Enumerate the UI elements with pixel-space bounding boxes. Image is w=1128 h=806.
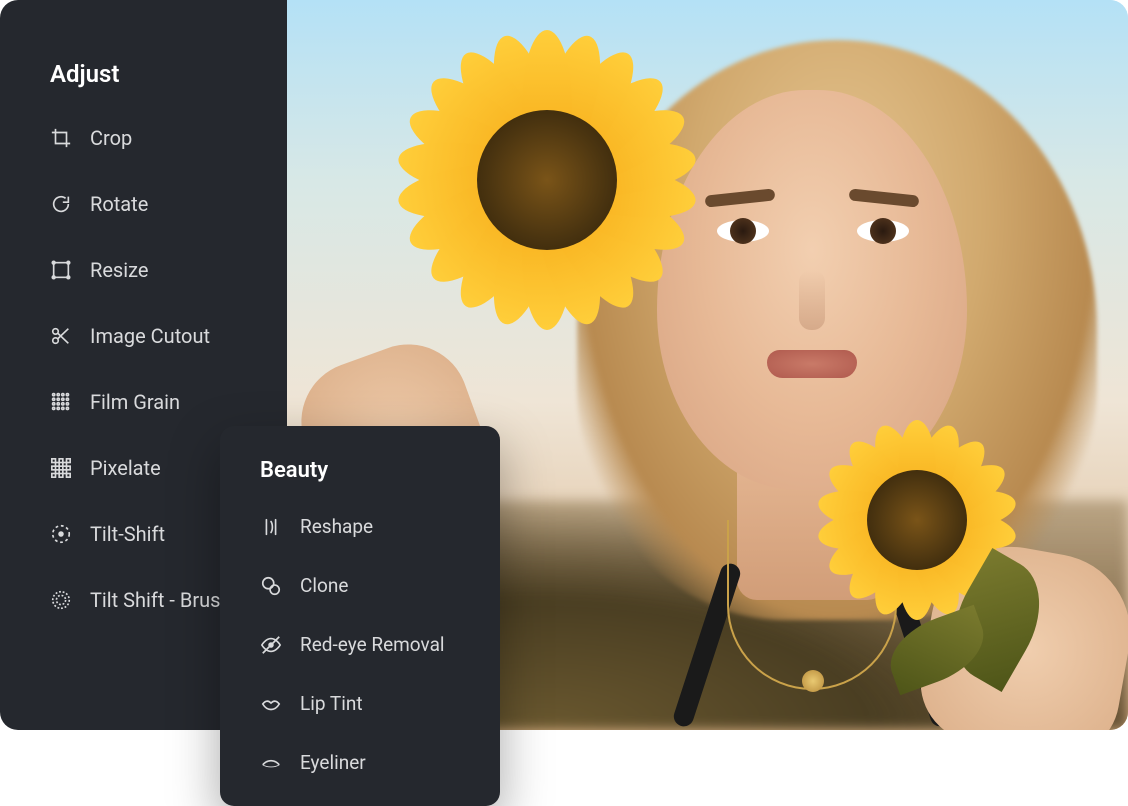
tool-label: Resize (90, 258, 149, 282)
tool-resize[interactable]: Resize (50, 258, 287, 282)
scissors-icon (50, 325, 72, 347)
tool-redeye[interactable]: Red-eye Removal (260, 633, 500, 656)
tool-label: Clone (300, 574, 348, 597)
reshape-icon (260, 516, 282, 538)
tool-clone[interactable]: Clone (260, 574, 500, 597)
rotate-icon (50, 193, 72, 215)
tool-eyeliner[interactable]: Eyeliner (260, 751, 500, 774)
eyeliner-icon (260, 752, 282, 774)
tool-image-cutout[interactable]: Image Cutout (50, 324, 287, 348)
tool-label: Tilt Shift - Brush (90, 588, 231, 612)
tool-label: Crop (90, 126, 132, 150)
tool-label: Pixelate (90, 456, 161, 480)
grain-icon (50, 391, 72, 413)
beauty-panel-title: Beauty (260, 458, 500, 483)
sunflower-small (757, 360, 1077, 680)
tool-label: Red-eye Removal (300, 633, 445, 656)
tool-label: Rotate (90, 192, 148, 216)
tool-reshape[interactable]: Reshape (260, 515, 500, 538)
tool-label: Eyeliner (300, 751, 366, 774)
tool-label: Reshape (300, 515, 373, 538)
tiltshift-brush-icon (50, 589, 72, 611)
tool-rotate[interactable]: Rotate (50, 192, 287, 216)
tiltshift-icon (50, 523, 72, 545)
tool-label: Film Grain (90, 390, 180, 414)
redeye-icon (260, 634, 282, 656)
clone-icon (260, 575, 282, 597)
crop-icon (50, 127, 72, 149)
tool-label: Lip Tint (300, 692, 363, 715)
lips-icon (260, 693, 282, 715)
tool-label: Tilt-Shift (90, 522, 165, 546)
tool-lip-tint[interactable]: Lip Tint (260, 692, 500, 715)
tool-crop[interactable]: Crop (50, 126, 287, 150)
adjust-panel-title: Adjust (50, 60, 287, 88)
resize-icon (50, 259, 72, 281)
beauty-panel: Beauty Reshape Clone Red-eye Removal Lip… (220, 426, 500, 806)
pixelate-icon (50, 457, 72, 479)
tool-film-grain[interactable]: Film Grain (50, 390, 287, 414)
tool-label: Image Cutout (90, 324, 210, 348)
